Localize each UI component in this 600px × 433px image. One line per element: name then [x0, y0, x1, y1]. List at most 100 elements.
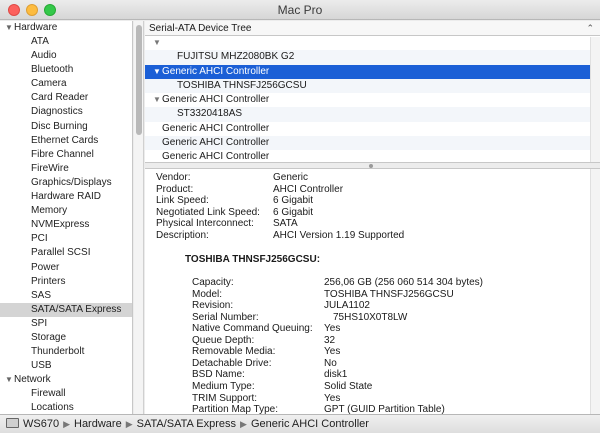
path-segment[interactable]: SATA/SATA Express — [137, 418, 236, 430]
sidebar-item[interactable]: NVMExpress — [0, 218, 132, 232]
sidebar-item[interactable]: Printers — [0, 275, 132, 289]
property-key: Description: — [156, 230, 209, 241]
device-property-key: Queue Depth: — [192, 334, 255, 346]
sidebar-item[interactable]: Parallel SCSI — [0, 246, 132, 260]
sidebar-item[interactable]: FireWire — [0, 162, 132, 176]
tree-row-label: Generic AHCI Controller — [162, 151, 270, 162]
sidebar-item[interactable]: Card Reader — [0, 91, 132, 105]
device-property-value: disk1 — [324, 369, 348, 381]
tree-row[interactable]: ST3320418AS — [145, 107, 600, 122]
tree-row-label: FUJITSU MHZ2080BK G2 — [177, 51, 295, 63]
device-property-key: Revision: — [192, 300, 234, 312]
sidebar-item[interactable]: SATA/SATA Express — [0, 302, 132, 317]
sidebar-item[interactable]: Audio — [0, 49, 132, 63]
device-property-value: 75HS10X0T8LW — [333, 311, 408, 323]
device-property-key: TRIM Support: — [192, 392, 258, 404]
device-property-key: Detachable Drive: — [192, 357, 272, 369]
path-segment[interactable]: WS670 — [23, 418, 59, 430]
sidebar-item[interactable]: Memory — [0, 204, 132, 218]
tree-row[interactable]: FUJITSU MHZ2080BK G2 — [145, 50, 600, 65]
sidebar-item[interactable]: ATA — [0, 35, 132, 49]
tree-row[interactable]: TOSHIBA THNSFJ256GCSU — [145, 78, 600, 94]
sidebar-item[interactable]: PCI — [0, 232, 132, 246]
device-tree-rows: ▼ FUJITSU MHZ2080BK G2 ▼Generic AHCI Contr… — [145, 36, 600, 162]
tree-row[interactable]: Generic AHCI Controller — [145, 136, 600, 151]
sidebar-item[interactable]: Hardware RAID — [0, 190, 132, 204]
tree-row[interactable]: ▼Generic AHCI Controller — [145, 93, 600, 107]
device-tree-header[interactable]: Serial-ATA Device Tree ⌃ — [145, 21, 600, 36]
sidebar-section-network[interactable]: ▼Network — [0, 373, 132, 387]
device-property-key: Removable Media: — [192, 346, 276, 358]
split-view-divider[interactable] — [145, 162, 600, 169]
tree-row[interactable]: ▼ — [145, 36, 600, 50]
tree-row[interactable]: ▼Generic AHCI Controller — [145, 64, 600, 79]
property-value: Generic — [273, 172, 309, 183]
device-title: TOSHIBA THNSFJ256GCSU: — [185, 254, 321, 265]
device-tree-scrollbar[interactable] — [590, 37, 600, 162]
sidebar-section-hardware[interactable]: ▼Hardware — [0, 21, 132, 35]
device-property-key: Model: — [192, 288, 223, 300]
property-value: AHCI Version 1.19 Supported — [273, 230, 405, 241]
property-value: SATA — [273, 218, 298, 230]
sidebar-item[interactable]: Power — [0, 261, 132, 275]
close-button[interactable] — [8, 4, 20, 16]
tree-row-label: Generic AHCI Controller — [162, 94, 270, 106]
sidebar-item[interactable]: Locations — [0, 401, 132, 414]
device-property-value: 32 — [324, 334, 336, 346]
sidebar-item[interactable]: Firewall — [0, 387, 132, 401]
disclosure-triangle-icon[interactable]: ▼ — [5, 373, 14, 387]
path-segment[interactable]: Generic AHCI Controller — [251, 418, 369, 430]
sidebar-item[interactable]: Thunderbolt — [0, 345, 132, 359]
sidebar-scrollbar[interactable] — [134, 21, 144, 414]
sidebar-item[interactable]: Camera — [0, 77, 132, 91]
title-bar: Mac Pro — [0, 0, 600, 20]
sidebar-item[interactable]: Bluetooth — [0, 63, 132, 77]
sidebar-item[interactable]: Ethernet Cards — [0, 134, 132, 148]
zoom-button[interactable] — [44, 4, 56, 16]
property-value: 6 Gigabit — [273, 195, 314, 207]
disclosure-triangle-icon[interactable]: ▼ — [5, 21, 14, 35]
disclosure-triangle-icon[interactable]: ▼ — [153, 65, 162, 79]
tree-row-label: Generic AHCI Controller — [162, 137, 270, 149]
property-value: 6 Gigabit — [273, 206, 314, 218]
tree-row-label: ST3320418AS — [177, 108, 243, 120]
device-property-value: 256,06 GB (256 060 514 304 bytes) — [324, 277, 484, 288]
divider-handle-icon — [369, 164, 373, 168]
detail-scrollbar[interactable] — [590, 169, 600, 414]
computer-icon — [6, 418, 19, 428]
tree-row-label: TOSHIBA THNSFJ256GCSU — [177, 79, 307, 91]
sidebar-scroll-thumb[interactable] — [136, 25, 142, 135]
tree-row[interactable]: Generic AHCI Controller — [145, 150, 600, 162]
sidebar-item[interactable]: Storage — [0, 331, 132, 345]
disclosure-triangle-icon[interactable]: ▼ — [153, 93, 162, 107]
property-key: Negotiated Link Speed: — [156, 206, 260, 218]
sidebar-item[interactable]: USB — [0, 359, 132, 373]
device-property-value: TOSHIBA THNSFJ256GCSU — [324, 288, 454, 300]
detail-panel: TOSHIBA THNSFJ256GCSU: Vendor: Generic Pro… — [145, 169, 600, 414]
sidebar-item[interactable]: SAS — [0, 289, 132, 303]
device-property-key: BSD Name: — [192, 369, 245, 381]
path-separator-icon: ▶ — [63, 419, 70, 429]
sidebar-item[interactable]: Disc Burning — [0, 120, 132, 134]
path-segment[interactable]: Hardware — [74, 418, 122, 430]
path-bar: WS670 ▶ Hardware ▶ SATA/SATA Express ▶ Generic… — [0, 414, 600, 433]
sidebar-item[interactable]: Diagnostics — [0, 105, 132, 119]
sidebar-item[interactable]: Graphics/Displays — [0, 176, 132, 190]
tree-row[interactable]: Generic AHCI Controller — [145, 122, 600, 136]
path-separator-icon: ▶ — [240, 419, 247, 429]
disclosure-triangle-icon[interactable]: ▼ — [153, 36, 162, 50]
tree-row-label: Generic AHCI Controller — [162, 65, 270, 77]
property-key: Product: — [156, 183, 194, 195]
device-property-value: Yes — [324, 346, 341, 358]
property-key: Physical Interconnect: — [156, 218, 254, 230]
property-value: AHCI Controller — [273, 183, 344, 195]
device-property-value: No — [324, 357, 337, 369]
sidebar-item[interactable]: Fibre Channel — [0, 148, 132, 162]
minimize-button[interactable] — [26, 4, 38, 16]
sidebar-item[interactable]: SPI — [0, 317, 132, 331]
device-property-key: Partition Map Type: — [192, 404, 278, 414]
device-property-value: Yes — [324, 392, 341, 404]
device-property-value: JULA1102 — [324, 300, 370, 312]
device-property-value: GPT (GUID Partition Table) — [324, 404, 445, 414]
device-property-key: Medium Type: — [192, 380, 255, 392]
